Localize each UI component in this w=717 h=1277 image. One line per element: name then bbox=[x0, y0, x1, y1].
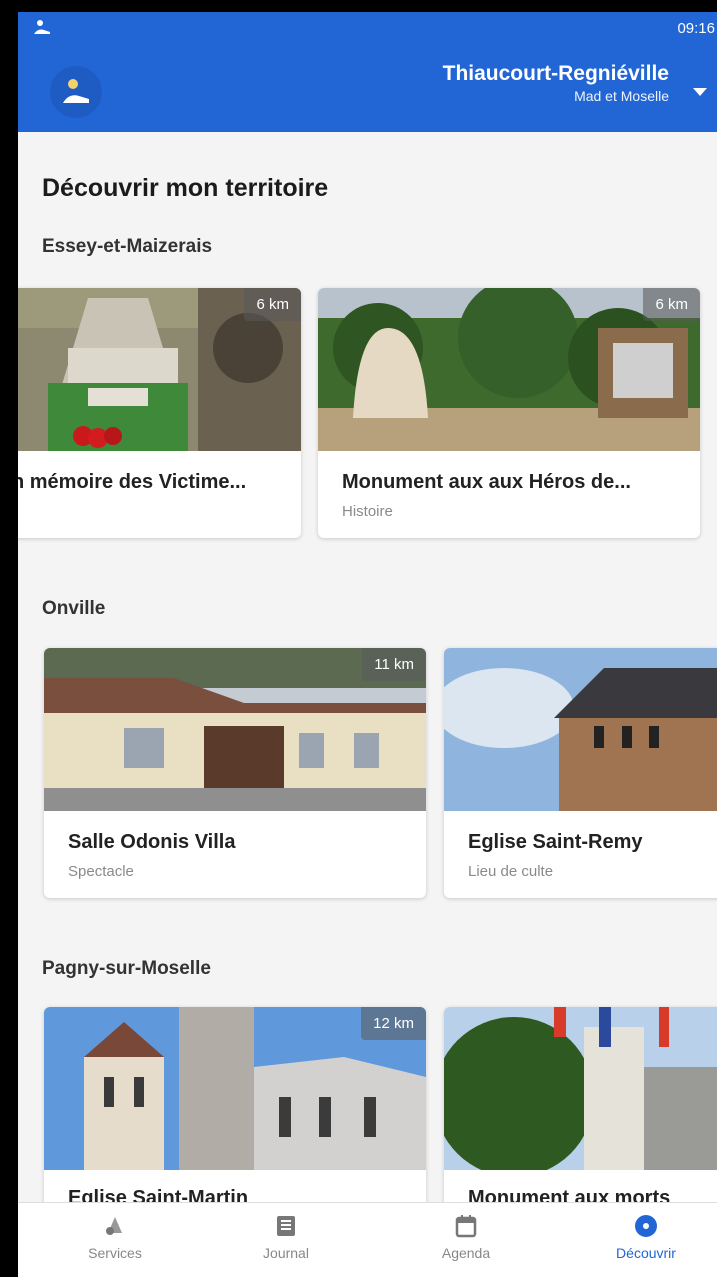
app-screen: 09:16 Thiaucourt-Regniéville Mad et Mose… bbox=[18, 12, 717, 1277]
logo-icon bbox=[63, 79, 89, 103]
commune-selector[interactable]: Thiaucourt-Regniéville Mad et Moselle bbox=[443, 62, 669, 104]
place-category: Spectacle bbox=[68, 863, 134, 880]
nav-agenda[interactable]: Agenda bbox=[406, 1213, 526, 1261]
bottom-navigation: Services Journal Agenda Découvrir bbox=[18, 1202, 717, 1277]
page-title: Découvrir mon territoire bbox=[42, 174, 329, 202]
distance-badge: 11 km bbox=[362, 648, 426, 681]
app-notification-icon bbox=[34, 20, 50, 34]
place-photo bbox=[444, 1007, 717, 1170]
distance-badge: 6 km bbox=[643, 288, 700, 321]
section-title: Pagny-sur-Moselle bbox=[42, 958, 211, 979]
section-title: Onville bbox=[42, 598, 106, 619]
nav-label: Agenda bbox=[441, 1245, 491, 1261]
status-bar: 09:16 bbox=[18, 12, 717, 44]
app-logo[interactable] bbox=[50, 66, 102, 118]
nav-services[interactable]: Services bbox=[55, 1213, 175, 1261]
place-title: Monument aux aux Héros de... bbox=[342, 471, 631, 493]
place-card[interactable]: Eglise Saint-Remy Lieu de culte bbox=[444, 648, 717, 898]
place-title: n mémoire des Victime... bbox=[18, 471, 247, 493]
distance-badge: 12 km bbox=[361, 1007, 426, 1040]
place-card[interactable]: 11 km Salle Odonis Villa Spectacle bbox=[44, 648, 426, 898]
nav-decouvrir[interactable]: Découvrir bbox=[586, 1213, 706, 1261]
place-category: Histoire bbox=[342, 503, 393, 520]
status-time: 09:16 bbox=[677, 20, 715, 37]
section-title: Essey-et-Maizerais bbox=[42, 236, 213, 257]
commune-name: Thiaucourt-Regniéville bbox=[442, 62, 669, 85]
distance-badge: 6 km bbox=[244, 288, 301, 321]
place-title: Eglise Saint-Remy bbox=[468, 831, 643, 853]
place-title: Salle Odonis Villa bbox=[68, 831, 236, 853]
calendar-icon bbox=[455, 1215, 477, 1238]
place-photo bbox=[444, 648, 717, 811]
place-category: Lieu de culte bbox=[468, 863, 554, 880]
nav-label: Services bbox=[88, 1245, 142, 1261]
services-icon bbox=[106, 1217, 122, 1235]
commune-subtitle: Mad et Moselle bbox=[574, 88, 669, 104]
compass-icon bbox=[635, 1215, 657, 1237]
nav-journal[interactable]: Journal bbox=[226, 1213, 346, 1261]
place-card[interactable]: 6 km n mémoire des Victime... bbox=[18, 288, 301, 538]
chevron-down-icon[interactable] bbox=[693, 88, 707, 96]
nav-label: Journal bbox=[263, 1245, 309, 1261]
journal-icon bbox=[277, 1216, 295, 1236]
nav-label: Découvrir bbox=[616, 1245, 676, 1261]
app-header: Thiaucourt-Regniéville Mad et Moselle bbox=[18, 44, 717, 132]
place-card[interactable]: 6 km Monument aux aux Héros de... Histoi… bbox=[318, 288, 700, 538]
